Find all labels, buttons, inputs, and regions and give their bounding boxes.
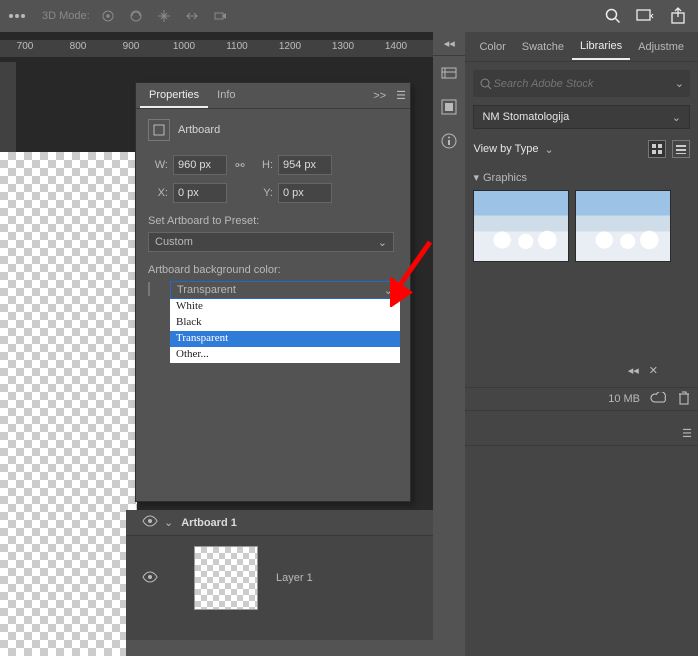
- y-field[interactable]: [278, 183, 332, 203]
- bg-color-dropdown: White Black Transparent Other...: [170, 299, 400, 363]
- search-icon[interactable]: [604, 7, 622, 25]
- graphics-section-label: Graphics: [483, 172, 527, 184]
- stock-search-input[interactable]: [493, 78, 674, 90]
- library-asset-thumbnail[interactable]: [575, 190, 671, 262]
- view-mode-label[interactable]: View by Type: [473, 143, 538, 155]
- collapse-handle-icon[interactable]: ◂◂: [628, 364, 639, 377]
- layers-panel: ⌄ Artboard 1 Layer 1: [126, 510, 433, 640]
- bg-option-white[interactable]: White: [170, 299, 400, 315]
- chevron-down-icon: ⌄: [672, 111, 681, 124]
- app-toolbar: 3D Mode:: [0, 0, 698, 32]
- library-asset-thumbnail[interactable]: [473, 190, 569, 262]
- layer-name: Layer 1: [276, 572, 313, 584]
- chevron-down-icon[interactable]: ⌄: [164, 516, 173, 529]
- bg-color-select[interactable]: Transparent ⌄: [170, 281, 400, 299]
- collapsed-dock: ◂◂: [433, 32, 465, 656]
- libraries-status-bar: 10 MB: [465, 387, 698, 411]
- tab-adjustments[interactable]: Adjustme: [630, 35, 692, 59]
- library-name: NM Stomatologija: [482, 111, 569, 123]
- library-select[interactable]: NM Stomatologija ⌄: [473, 105, 690, 129]
- stock-search[interactable]: ⌄: [473, 70, 690, 97]
- width-field[interactable]: [173, 155, 227, 175]
- bg-option-transparent[interactable]: Transparent: [170, 331, 400, 347]
- slide-icon[interactable]: [184, 8, 200, 24]
- visibility-eye-icon[interactable]: [136, 515, 164, 530]
- roll-icon[interactable]: [128, 8, 144, 24]
- screen-mode-icon[interactable]: [636, 8, 656, 24]
- ruler-horizontal: 700 800 900 1000 1100 1200 1300 1400: [0, 40, 433, 57]
- artboard-type-label: Artboard: [178, 124, 220, 136]
- y-label: Y:: [253, 187, 273, 199]
- bg-color-value: Transparent: [177, 284, 236, 296]
- panel-menu-icon[interactable]: ☰: [396, 89, 406, 102]
- properties-panel: Properties Info >> ☰ Artboard W: ⚯ H:: [135, 82, 411, 502]
- height-field[interactable]: [278, 155, 332, 175]
- list-view-button[interactable]: [672, 140, 690, 158]
- tab-properties[interactable]: Properties: [140, 84, 208, 108]
- expand-dock-icon[interactable]: ◂◂: [444, 37, 455, 50]
- tab-info[interactable]: Info: [208, 84, 244, 108]
- chevron-down-icon: ⌄: [384, 284, 393, 297]
- visibility-eye-icon[interactable]: [136, 571, 164, 586]
- bg-color-label: Artboard background color:: [148, 264, 398, 276]
- layer-row[interactable]: Layer 1: [126, 536, 433, 620]
- search-icon: [479, 77, 493, 91]
- preset-label: Set Artboard to Preset:: [148, 215, 398, 227]
- share-icon[interactable]: [670, 7, 688, 25]
- chevron-down-icon[interactable]: ⌄: [544, 143, 553, 156]
- layer-thumbnail[interactable]: [194, 546, 258, 610]
- document-area: 700 800 900 1000 1100 1200 1300 1400 Pro…: [0, 32, 433, 656]
- grid-view-button[interactable]: [648, 140, 666, 158]
- chevron-down-icon[interactable]: ▾: [473, 171, 479, 184]
- preset-value: Custom: [155, 236, 193, 248]
- tab-color[interactable]: Color: [471, 35, 513, 59]
- bg-option-other[interactable]: Other...: [170, 347, 400, 363]
- storage-size: 10 MB: [608, 393, 640, 405]
- right-panel-group: Color Swatche Libraries Adjustme ⌄ NM St…: [465, 32, 698, 656]
- width-label: W:: [148, 159, 168, 171]
- x-field[interactable]: [173, 183, 227, 203]
- orbit-icon[interactable]: [100, 8, 116, 24]
- chevron-down-icon: ⌄: [378, 236, 387, 249]
- history-panel-icon[interactable]: [433, 56, 465, 90]
- close-panel-icon[interactable]: ✕: [649, 364, 658, 377]
- bg-option-black[interactable]: Black: [170, 315, 400, 331]
- height-label: H:: [253, 159, 273, 171]
- x-label: X:: [148, 187, 168, 199]
- panel-expand-icon[interactable]: >>: [373, 90, 386, 102]
- mode-label: 3D Mode:: [42, 10, 90, 22]
- artboard-icon: [148, 119, 170, 141]
- info-panel-icon[interactable]: [433, 124, 465, 158]
- character-panel-icon[interactable]: [433, 90, 465, 124]
- tab-swatches[interactable]: Swatche: [514, 35, 572, 59]
- zoom-3d-icon[interactable]: [212, 8, 228, 24]
- chevron-down-icon[interactable]: ⌄: [675, 77, 684, 90]
- canvas[interactable]: [0, 152, 137, 656]
- pan-icon[interactable]: [156, 8, 172, 24]
- cloud-sync-icon[interactable]: [650, 392, 668, 407]
- artboard-row-name: Artboard 1: [181, 517, 237, 529]
- tab-libraries[interactable]: Libraries: [572, 34, 630, 60]
- more-options-button[interactable]: [6, 7, 28, 25]
- panel-menu-icon[interactable]: ☰: [682, 427, 692, 442]
- link-wh-icon[interactable]: ⚯: [227, 159, 253, 172]
- bottom-panel-area: [126, 640, 433, 656]
- artboard-row[interactable]: ⌄ Artboard 1: [126, 510, 433, 536]
- trash-icon[interactable]: [678, 391, 690, 408]
- preset-select[interactable]: Custom ⌄: [148, 232, 394, 252]
